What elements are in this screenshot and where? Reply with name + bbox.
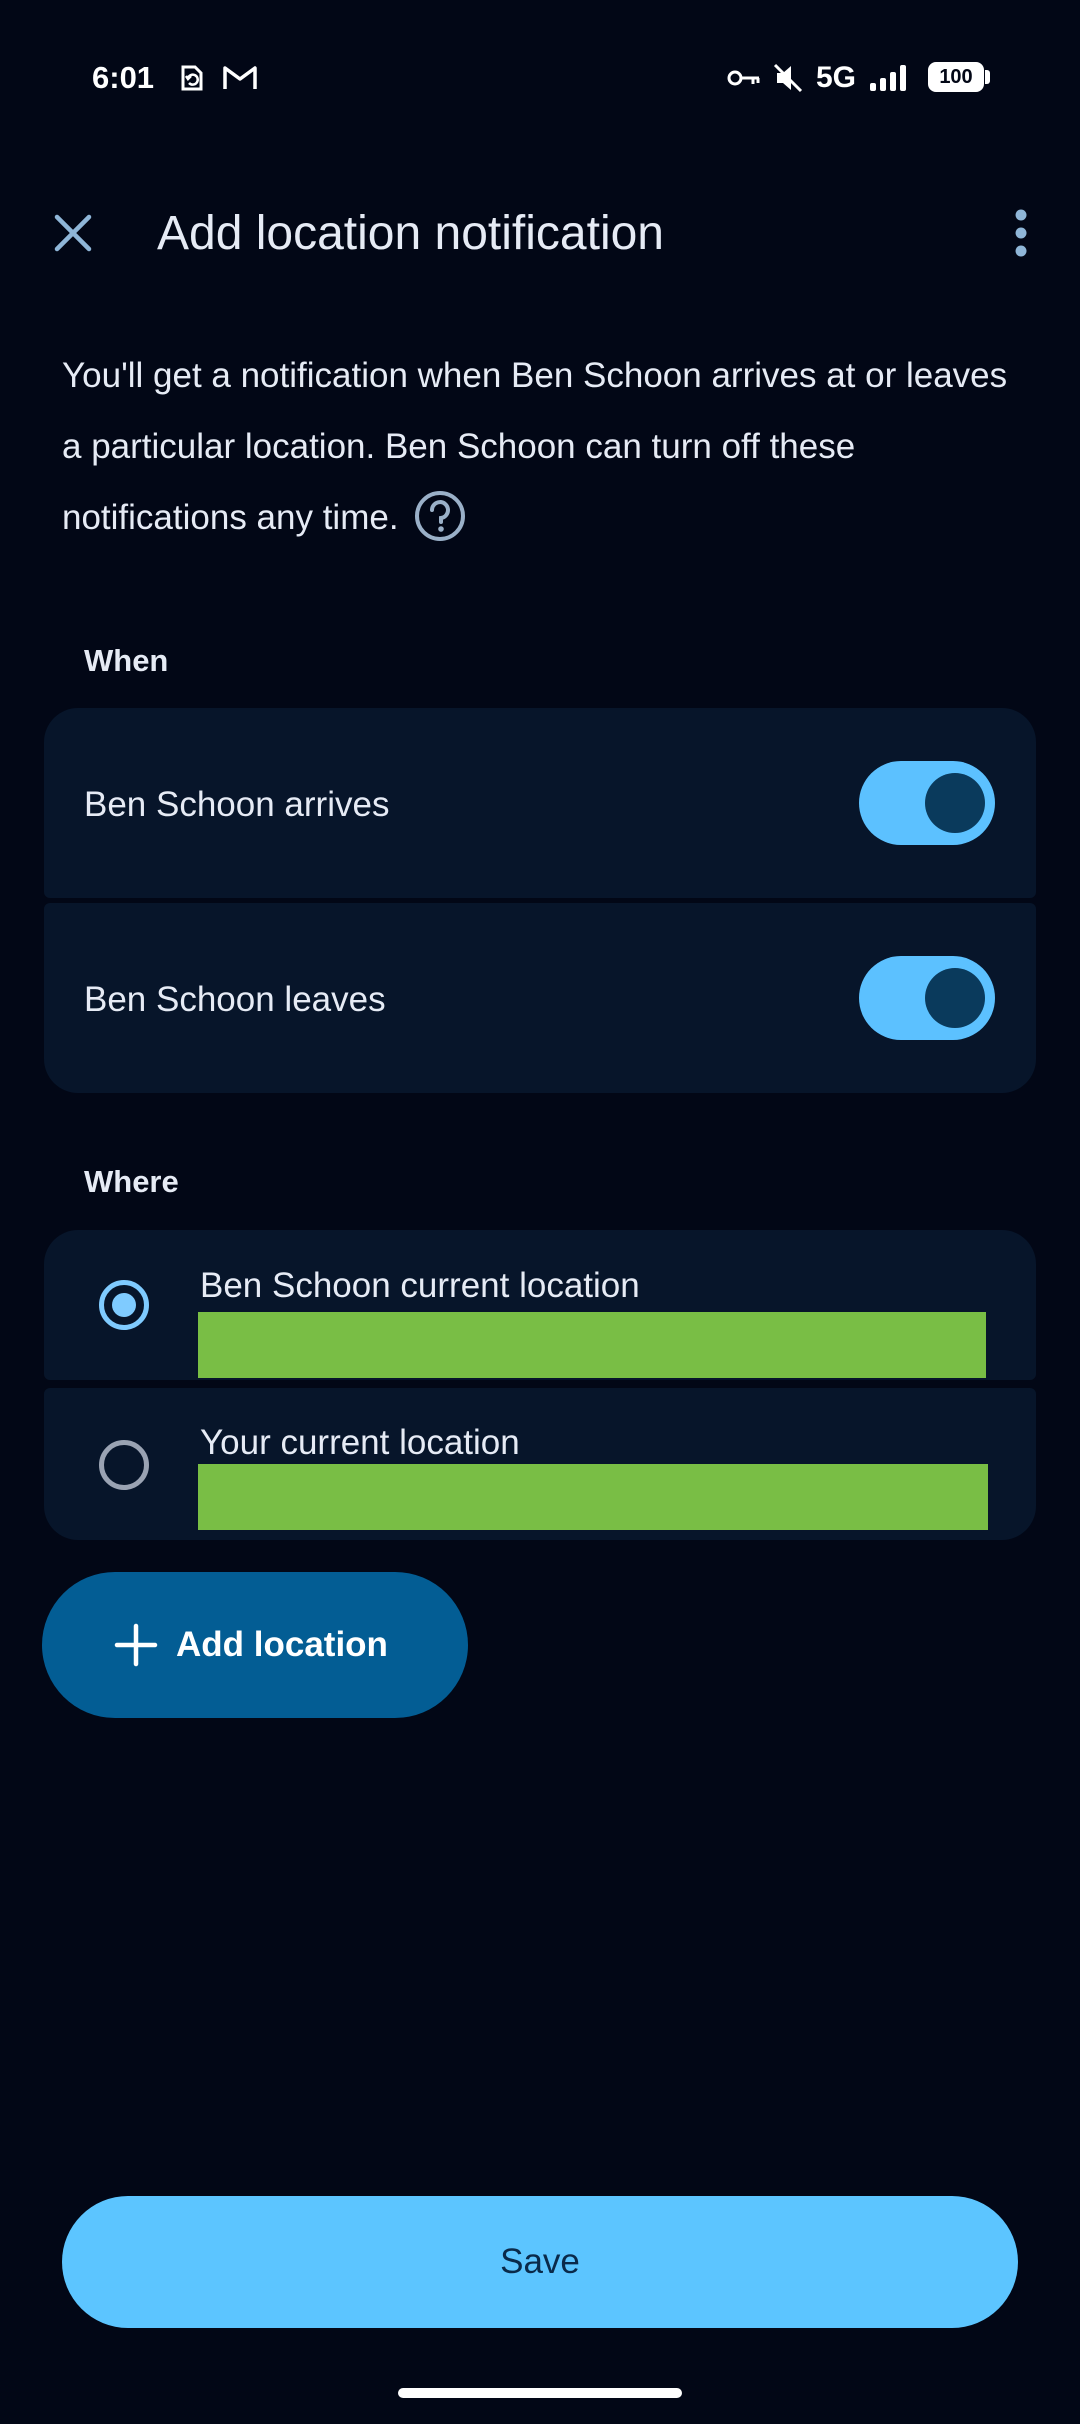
where-label: Where bbox=[84, 1164, 179, 1199]
arrives-label: Ben Schoon arrives bbox=[84, 785, 390, 824]
page-title: Add location notification bbox=[157, 207, 664, 260]
network-type: 5G bbox=[816, 61, 857, 94]
description-text: You'll get a notification when Ben Schoo… bbox=[62, 356, 1008, 537]
help-button[interactable] bbox=[413, 489, 467, 543]
your-location-label: Your current location bbox=[200, 1423, 520, 1462]
leaves-label: Ben Schoon leaves bbox=[84, 980, 386, 1019]
toggle-knob bbox=[925, 773, 985, 833]
location-option-ben[interactable]: Ben Schoon current location bbox=[44, 1230, 1036, 1380]
radio-dot bbox=[112, 1293, 136, 1317]
sync-icon bbox=[174, 58, 208, 98]
close-icon bbox=[54, 214, 92, 252]
radio-unselected[interactable] bbox=[99, 1440, 149, 1490]
more-options-button[interactable] bbox=[996, 200, 1046, 266]
home-indicator[interactable] bbox=[398, 2388, 682, 2398]
battery-icon: 100 bbox=[928, 62, 984, 92]
more-vert-icon bbox=[1015, 209, 1027, 257]
vpn-key-icon bbox=[726, 58, 762, 98]
redacted-address bbox=[198, 1464, 988, 1530]
ben-location-label: Ben Schoon current location bbox=[200, 1266, 640, 1305]
leaves-row[interactable]: Ben Schoon leaves bbox=[44, 903, 1036, 1093]
add-location-button[interactable]: Add location bbox=[42, 1572, 468, 1718]
arrives-row[interactable]: Ben Schoon arrives bbox=[44, 708, 1036, 898]
arrives-toggle[interactable] bbox=[859, 761, 995, 845]
save-label: Save bbox=[500, 2242, 580, 2281]
radio-selected[interactable] bbox=[99, 1280, 149, 1330]
save-button[interactable]: Save bbox=[62, 2196, 1018, 2328]
when-label: When bbox=[84, 643, 169, 678]
toggle-knob bbox=[925, 968, 985, 1028]
gmail-icon bbox=[220, 58, 260, 98]
close-button[interactable] bbox=[40, 200, 106, 266]
mute-icon bbox=[768, 58, 808, 98]
add-location-label: Add location bbox=[176, 1625, 388, 1664]
leaves-toggle[interactable] bbox=[859, 956, 995, 1040]
location-option-yours[interactable]: Your current location bbox=[44, 1388, 1036, 1540]
signal-icon bbox=[866, 58, 916, 98]
status-time: 6:01 bbox=[92, 60, 155, 95]
plus-icon bbox=[114, 1623, 158, 1667]
battery-tip bbox=[985, 70, 990, 84]
redacted-address bbox=[198, 1312, 986, 1378]
help-icon bbox=[414, 490, 465, 541]
description: You'll get a notification when Ben Schoo… bbox=[62, 340, 1022, 553]
